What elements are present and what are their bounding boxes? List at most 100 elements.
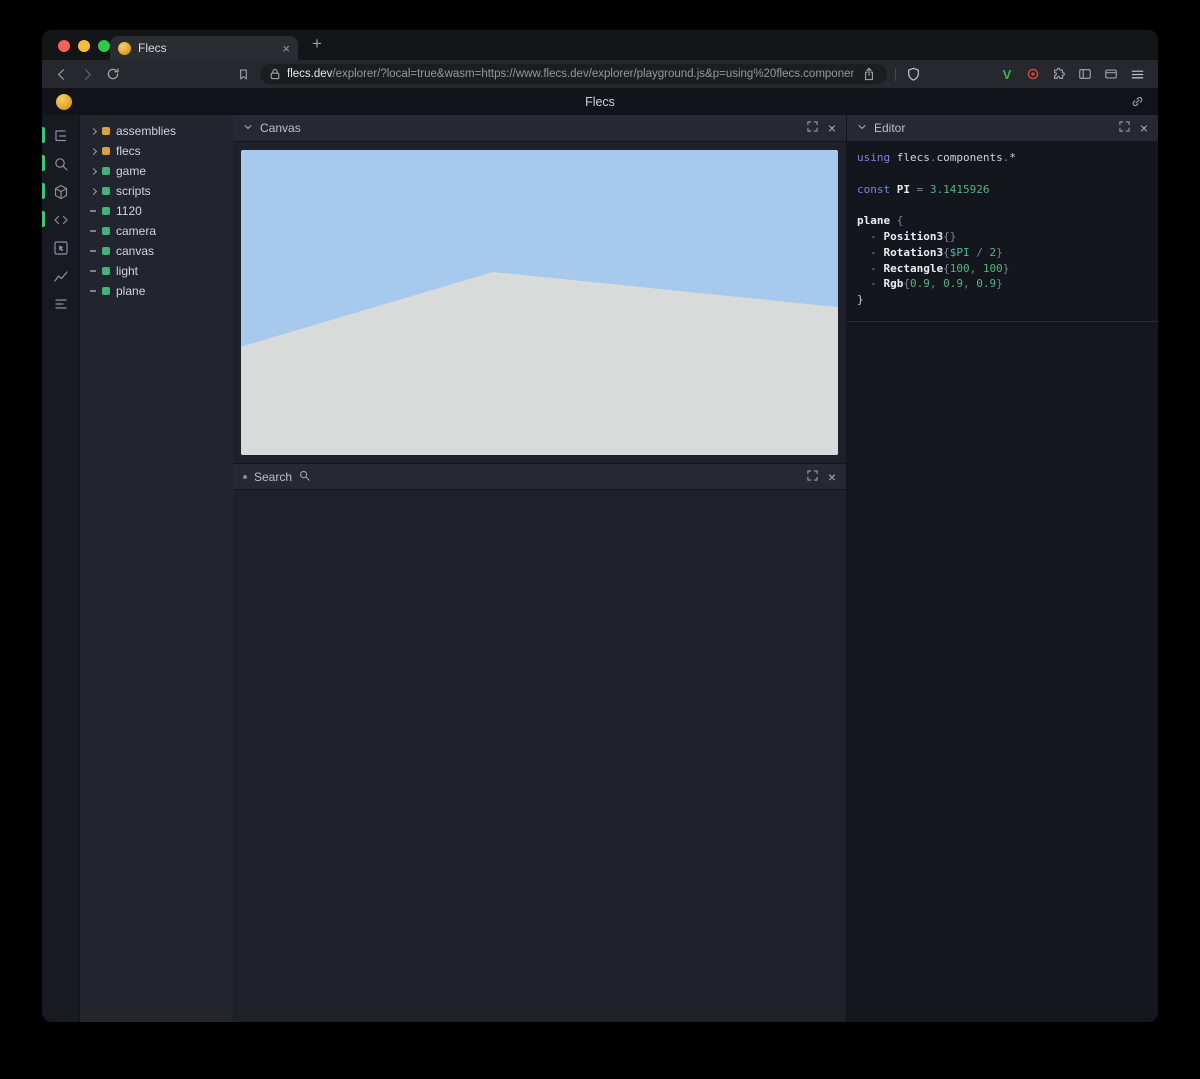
wallet-card-icon[interactable] [1102, 65, 1120, 83]
share-icon[interactable] [860, 65, 878, 83]
leaf-dash-icon [86, 261, 100, 281]
code-token: - [857, 262, 884, 275]
code-token: Position3 [884, 230, 944, 243]
entity-color-badge [102, 227, 110, 235]
entity-color-badge [102, 207, 110, 215]
app-body: assemblies flecs gamescripts 1120 cameracanv… [42, 115, 1158, 1022]
code-token: * [1009, 151, 1016, 164]
collapsed-dot-icon[interactable] [243, 475, 247, 479]
maximize-window-button[interactable] [98, 40, 110, 52]
active-indicator [42, 211, 45, 227]
bookmark-icon[interactable] [234, 65, 252, 83]
code-line: - Rgb{0.9, 0.9, 0.9} [857, 276, 1148, 292]
entity-label: light [116, 264, 138, 278]
chevron-down-icon[interactable] [243, 119, 253, 137]
url-text: flecs.dev/explorer/?local=true&wasm=http… [287, 68, 854, 80]
tree-item-game[interactable]: game [80, 161, 233, 181]
new-tab-button[interactable]: + [312, 34, 322, 54]
editor-panel: Editor × using flecs.components.* const … [847, 115, 1158, 1022]
code-token: = [910, 183, 930, 196]
magnifier-icon [299, 468, 310, 486]
tab-close-icon[interactable]: × [282, 41, 290, 56]
components-cube-icon[interactable] [52, 183, 70, 200]
close-panel-icon[interactable]: × [828, 470, 836, 484]
expand-arrow-icon[interactable] [86, 121, 100, 141]
url-path: /explorer/?local=true&wasm=https://www.f… [332, 68, 854, 80]
entity-color-badge [102, 267, 110, 275]
code-token: PI [890, 183, 910, 196]
code-token: 0.9 [943, 277, 963, 290]
tree-item-scripts[interactable]: scripts [80, 181, 233, 201]
expand-panel-icon[interactable] [807, 119, 818, 137]
editor-code[interactable]: using flecs.components.* const PI = 3.14… [847, 142, 1158, 322]
expand-panel-icon[interactable] [807, 468, 818, 486]
code-token: 100 [983, 262, 1003, 275]
browser-tab[interactable]: Flecs × [110, 36, 298, 60]
3d-canvas[interactable] [241, 150, 838, 455]
code-token: } [996, 246, 1003, 259]
record-extension-icon[interactable] [1024, 65, 1042, 83]
code-line: plane { [857, 213, 1148, 229]
close-window-button[interactable] [58, 40, 70, 52]
extensions-puzzle-icon[interactable] [1050, 65, 1068, 83]
chart-icon[interactable] [52, 267, 70, 284]
code-token: 0.9 [910, 277, 930, 290]
expand-arrow-icon[interactable] [86, 141, 100, 161]
code-token: Rectangle [884, 262, 944, 275]
tree-item-plane[interactable]: plane [80, 281, 233, 301]
code-token: } [857, 293, 864, 306]
active-indicator [42, 127, 45, 143]
tree-item-canvas[interactable]: canvas [80, 241, 233, 261]
browser-tab-bar: Flecs × + [42, 30, 1158, 60]
code-token: , [963, 277, 976, 290]
tree-item-flecs[interactable]: flecs [80, 141, 233, 161]
share-link-icon[interactable] [1131, 95, 1144, 108]
menu-hamburger-icon[interactable] [1128, 65, 1146, 83]
close-panel-icon[interactable]: × [828, 121, 836, 135]
entity-color-badge [102, 147, 110, 155]
search-panel-title: Search [254, 470, 292, 484]
lock-icon[interactable] [269, 65, 281, 83]
stats-rows-icon[interactable] [52, 295, 70, 312]
shield-icon[interactable] [904, 65, 922, 83]
tree-item-assemblies[interactable]: assemblies [80, 121, 233, 141]
code-line: - Position3{} [857, 229, 1148, 245]
reload-button[interactable] [104, 65, 122, 83]
address-bar[interactable]: flecs.dev/explorer/?local=true&wasm=http… [260, 64, 887, 84]
scene-ground-plane [241, 150, 838, 455]
chevron-down-icon[interactable] [857, 119, 867, 137]
active-indicator [42, 183, 45, 199]
code-token: 3.1415926 [930, 183, 990, 196]
v-extension-icon[interactable]: V [998, 65, 1016, 83]
sidebar-toggle-icon[interactable] [1076, 65, 1094, 83]
inspector-icon[interactable] [52, 239, 70, 256]
forward-button[interactable] [78, 65, 96, 83]
code-token: $PI [950, 246, 970, 259]
close-panel-icon[interactable]: × [1140, 121, 1148, 135]
code-token: - [857, 277, 884, 290]
code-token: {} [943, 230, 956, 243]
code-icon[interactable] [52, 211, 70, 228]
minimize-window-button[interactable] [78, 40, 90, 52]
tree-outliner-icon[interactable] [52, 127, 70, 144]
code-token: , [930, 277, 943, 290]
browser-toolbar: flecs.dev/explorer/?local=true&wasm=http… [42, 60, 1158, 88]
tree-item-camera[interactable]: camera [80, 221, 233, 241]
entity-color-badge [102, 247, 110, 255]
expand-arrow-icon[interactable] [86, 181, 100, 201]
code-line: } [857, 292, 1148, 308]
entity-label: flecs [116, 144, 141, 158]
app-title: Flecs [42, 95, 1158, 109]
back-button[interactable] [52, 65, 70, 83]
expand-panel-icon[interactable] [1119, 119, 1130, 137]
search-icon[interactable] [52, 155, 70, 172]
entity-label: 1120 [116, 204, 142, 218]
code-token: plane [857, 214, 890, 227]
expand-arrow-icon[interactable] [86, 161, 100, 181]
tree-item-light[interactable]: light [80, 261, 233, 281]
code-token: , [970, 262, 983, 275]
tree-item-1120[interactable]: 1120 [80, 201, 233, 221]
code-line: const PI = 3.1415926 [857, 182, 1148, 198]
code-line: - Rotation3{$PI / 2} [857, 245, 1148, 261]
leaf-dash-icon [86, 281, 100, 301]
